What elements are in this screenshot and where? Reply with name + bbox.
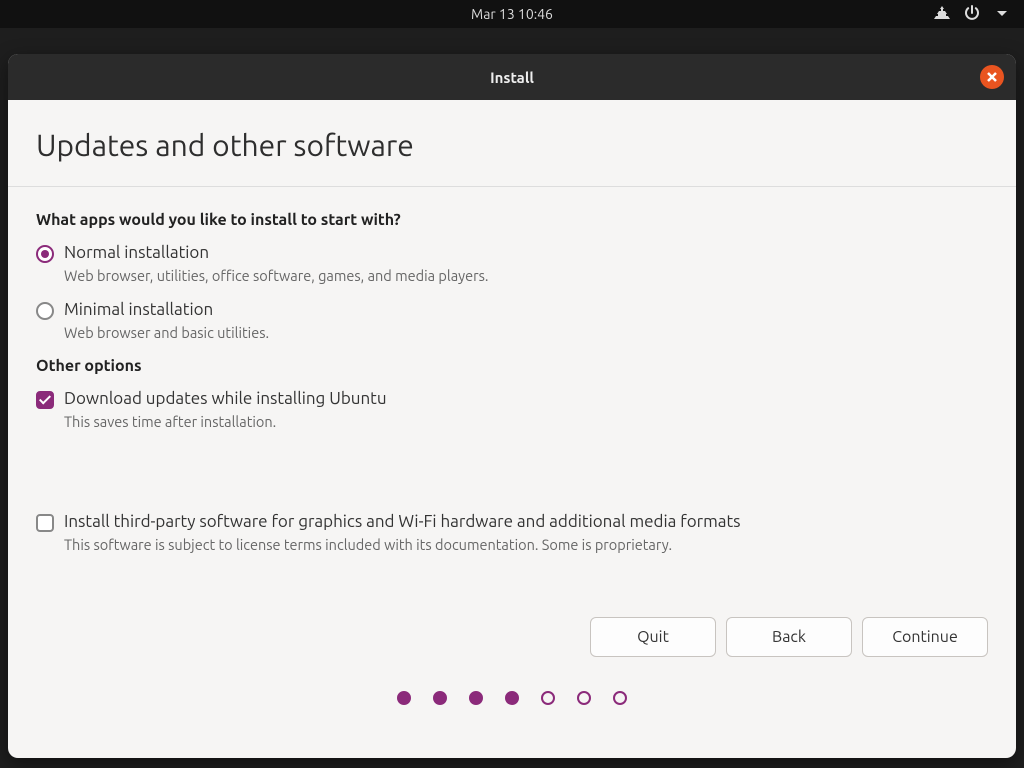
progress-dot-3 (469, 691, 483, 705)
system-topbar: Mar 13 10:46 (0, 0, 1024, 28)
divider (8, 186, 1016, 187)
label-normal: Normal installation (64, 243, 209, 262)
other-options-title: Other options (36, 357, 988, 375)
desc-normal: Web browser, utilities, office software,… (64, 267, 988, 284)
window-titlebar: Install (8, 54, 1016, 100)
progress-dot-5 (541, 691, 555, 705)
page-heading: Updates and other software (36, 128, 988, 162)
checkbox-thirdparty[interactable] (36, 514, 54, 532)
close-icon (986, 71, 998, 83)
desc-thirdparty: This software is subject to license term… (64, 536, 988, 553)
progress-dot-1 (397, 691, 411, 705)
label-minimal: Minimal installation (64, 300, 213, 319)
installer-window: Install Updates and other software What … (8, 54, 1016, 758)
install-question: What apps would you like to install to s… (36, 211, 988, 229)
progress-dot-6 (577, 691, 591, 705)
chevron-down-icon[interactable] (994, 5, 1010, 24)
option-download-updates[interactable]: Download updates while installing Ubuntu (36, 389, 988, 409)
checkbox-updates[interactable] (36, 391, 54, 409)
back-button[interactable]: Back (726, 617, 852, 657)
continue-button[interactable]: Continue (862, 617, 988, 657)
installer-content: Updates and other software What apps wou… (8, 100, 1016, 758)
button-row: Quit Back Continue (36, 617, 988, 657)
system-tray[interactable] (934, 0, 1010, 28)
power-icon[interactable] (964, 5, 980, 24)
desc-updates: This saves time after installation. (64, 413, 988, 430)
label-updates: Download updates while installing Ubuntu (64, 389, 387, 408)
radio-normal[interactable] (36, 245, 54, 263)
progress-dot-4 (505, 691, 519, 705)
progress-dot-7 (613, 691, 627, 705)
progress-dot-2 (433, 691, 447, 705)
option-minimal-install[interactable]: Minimal installation (36, 300, 988, 320)
option-thirdparty[interactable]: Install third-party software for graphic… (36, 512, 988, 532)
clock: Mar 13 10:46 (471, 6, 553, 22)
option-normal-install[interactable]: Normal installation (36, 243, 988, 263)
network-icon[interactable] (934, 5, 950, 24)
window-title: Install (490, 69, 534, 86)
label-thirdparty: Install third-party software for graphic… (64, 512, 741, 531)
spacer (36, 446, 988, 512)
progress-dots (36, 691, 988, 715)
desc-minimal: Web browser and basic utilities. (64, 324, 988, 341)
close-button[interactable] (980, 65, 1004, 89)
quit-button[interactable]: Quit (590, 617, 716, 657)
radio-minimal[interactable] (36, 302, 54, 320)
